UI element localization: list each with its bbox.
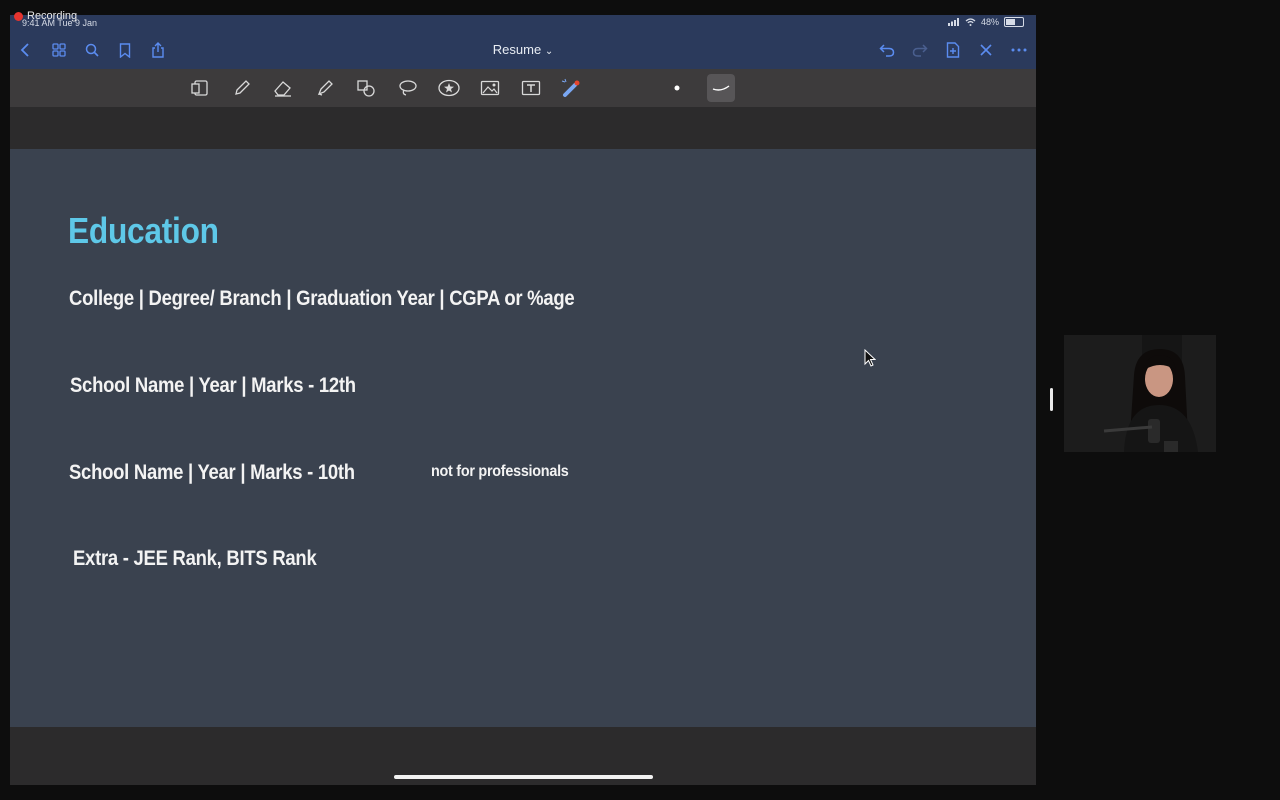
recording-dot-icon (14, 11, 23, 21)
navigation-bar: Resume ⌄ (10, 32, 1036, 69)
education-line-extra: Extra - JEE Rank, BITS Rank (73, 547, 317, 570)
presenter-image (1064, 335, 1216, 452)
redo-icon[interactable] (910, 40, 930, 60)
status-right: 48% (947, 17, 1024, 27)
page-heading: Education (68, 210, 219, 251)
page-gap-top (10, 107, 1036, 149)
recording-indicator: Recording (14, 10, 77, 22)
side-scroll-handle[interactable] (1050, 388, 1053, 411)
ipad-screen: 9:41 AM Tue 9 Jan 48% Resume ⌄ Education… (10, 15, 1036, 785)
recording-label: Recording (27, 10, 78, 22)
handwritten-note: not for professionals (431, 463, 569, 480)
pen-icon[interactable] (230, 76, 254, 100)
education-line-12th: School Name | Year | Marks - 12th (70, 374, 356, 397)
text-icon[interactable] (519, 76, 543, 100)
wifi-icon (965, 18, 976, 26)
status-bar: 9:41 AM Tue 9 Jan 48% (10, 15, 1036, 32)
lasso-icon[interactable] (396, 76, 420, 100)
signal-icon (947, 18, 959, 26)
reader-icon[interactable] (188, 76, 212, 100)
sticker-icon[interactable] (437, 76, 461, 100)
undo-icon[interactable] (877, 40, 897, 60)
dot-size-icon[interactable] (665, 76, 689, 100)
battery-percent: 48% (980, 17, 999, 27)
webcam-feed (1064, 335, 1216, 452)
home-indicator[interactable] (394, 775, 653, 779)
notebook-page[interactable]: Education College | Degree/ Branch | Gra… (10, 149, 1036, 727)
shapes-icon[interactable] (354, 76, 378, 100)
eraser-icon[interactable] (271, 76, 295, 100)
laser-icon[interactable] (560, 76, 584, 100)
close-icon[interactable] (976, 40, 996, 60)
battery-icon (1004, 17, 1024, 27)
document-title-text: Resume (492, 42, 542, 57)
title-chevron-icon: ⌄ (544, 46, 554, 57)
drawing-toolbar (10, 69, 1036, 107)
mouse-cursor-icon (864, 348, 877, 372)
highlighter-icon[interactable] (313, 76, 337, 100)
stroke-style-icon[interactable] (707, 74, 735, 102)
more-icon[interactable] (1009, 40, 1029, 60)
add-page-icon[interactable] (943, 40, 963, 60)
education-line-college: College | Degree/ Branch | Graduation Ye… (69, 287, 575, 310)
image-icon[interactable] (478, 76, 502, 100)
education-line-10th: School Name | Year | Marks - 10th (69, 461, 355, 484)
